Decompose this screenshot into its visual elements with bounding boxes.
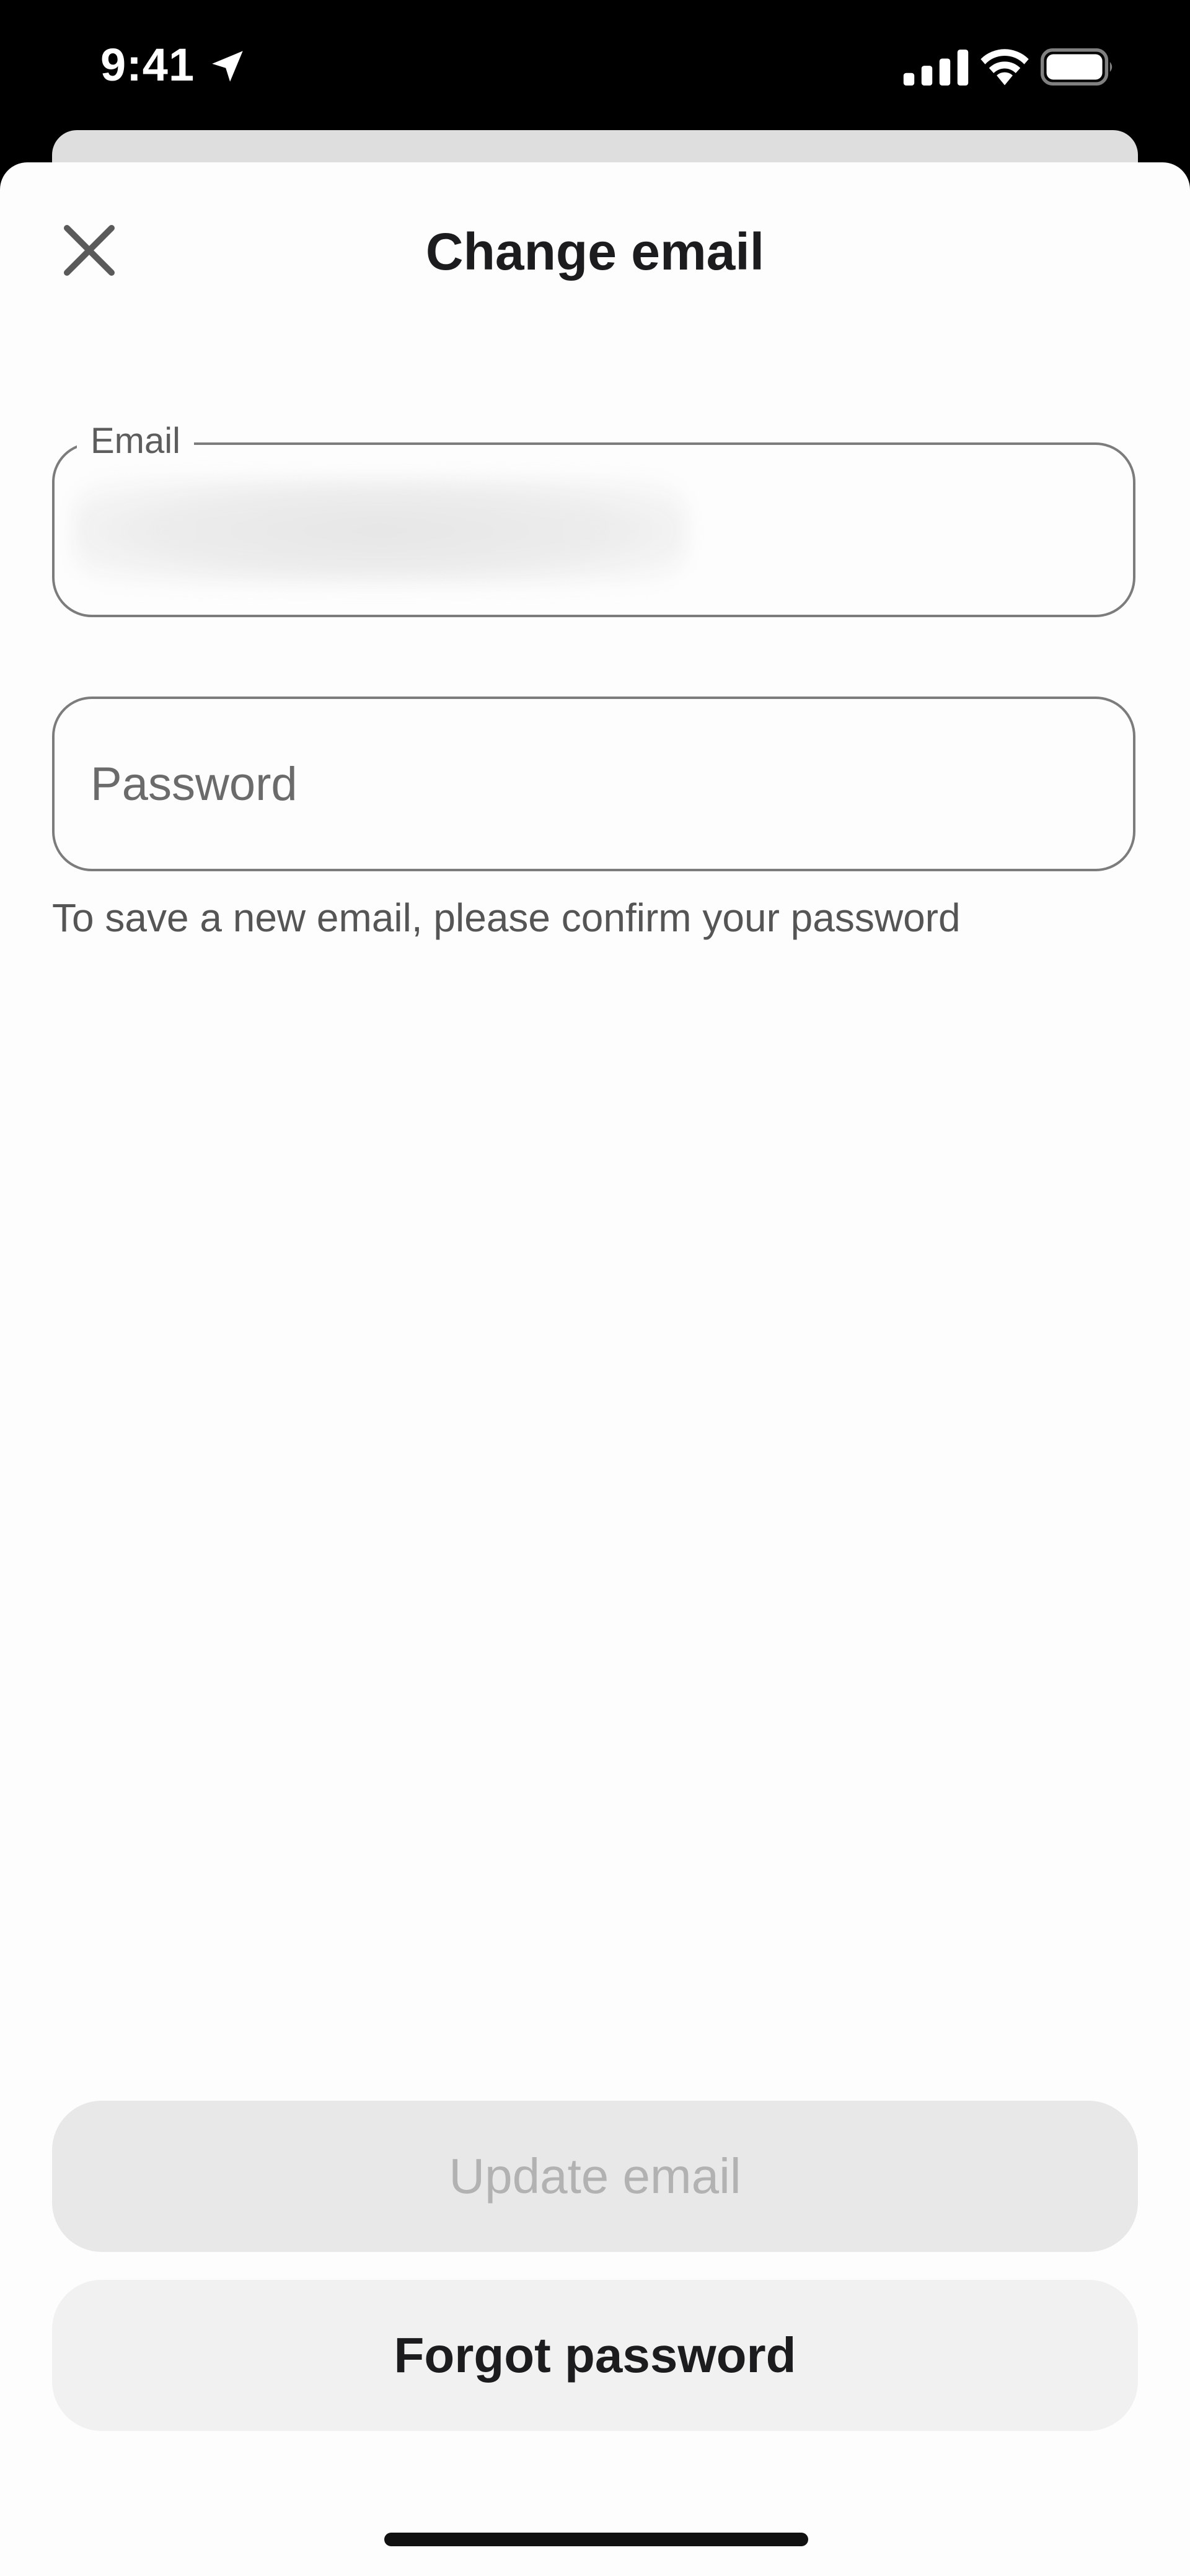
password-field[interactable] — [52, 697, 1135, 871]
page-title: Change email — [425, 222, 765, 281]
cellular-signal-icon — [903, 50, 969, 86]
battery-icon — [1041, 48, 1113, 86]
email-redacted-value — [73, 478, 687, 584]
forgot-password-button[interactable]: Forgot password — [52, 2280, 1138, 2431]
status-time: 9:41 — [100, 39, 195, 90]
wifi-icon — [981, 49, 1029, 86]
email-label: Email — [77, 420, 195, 462]
update-email-button[interactable]: Update email — [52, 2101, 1138, 2252]
screen: 9:41 Change email Email To save a new em… — [0, 0, 1190, 2576]
home-indicator — [384, 2533, 808, 2546]
location-arrow-icon — [212, 51, 243, 82]
status-bar: 9:41 — [0, 0, 1190, 130]
helper-text: To save a new email, please confirm your… — [52, 895, 961, 940]
